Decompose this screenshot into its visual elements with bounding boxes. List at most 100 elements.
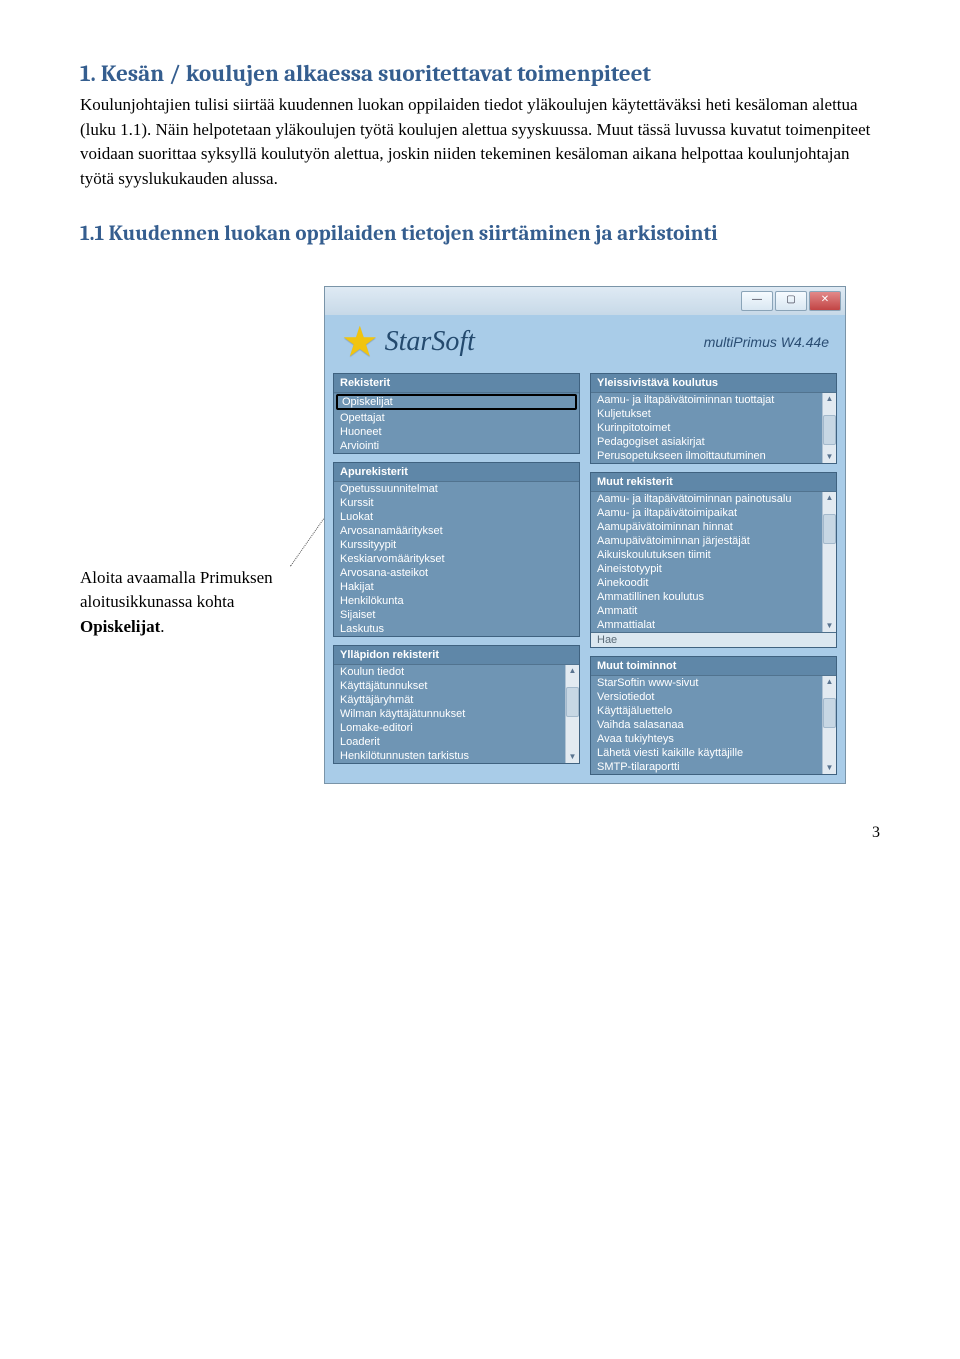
- list-item[interactable]: Ammattialat: [591, 618, 822, 632]
- panel-muut-rekisterit: Muut rekisterit Aamu- ja iltapäivätoimin…: [590, 472, 837, 648]
- list-item[interactable]: StarSoftin www-sivut: [591, 676, 822, 690]
- panel-title: Ylläpidon rekisterit: [334, 646, 579, 665]
- left-column: Rekisterit Opiskelijat Opettajat Huoneet…: [333, 373, 580, 775]
- list-item[interactable]: Sijaiset: [334, 608, 579, 622]
- panel-body: Aamu- ja iltapäivätoiminnan tuottajat Ku…: [591, 393, 836, 463]
- panel-body: Opetussuunnitelmat Kurssit Luokat Arvosa…: [334, 482, 579, 636]
- panel-title: Muut rekisterit: [591, 473, 836, 492]
- list-item[interactable]: Vaihda salasanaa: [591, 718, 822, 732]
- minimize-button[interactable]: —: [741, 291, 773, 311]
- list-item[interactable]: Luokat: [334, 510, 579, 524]
- scrollbar[interactable]: ▲ ▼: [822, 492, 836, 632]
- list-item[interactable]: Ammatillinen koulutus: [591, 590, 822, 604]
- scroll-down-icon[interactable]: ▼: [826, 620, 834, 632]
- list-item[interactable]: Huoneet: [334, 425, 579, 439]
- list-item[interactable]: Laskutus: [334, 622, 579, 636]
- list-item[interactable]: Kurssit: [334, 496, 579, 510]
- panel-yllapidon: Ylläpidon rekisterit Koulun tiedot Käytt…: [333, 645, 580, 764]
- panels: Rekisterit Opiskelijat Opettajat Huoneet…: [325, 373, 845, 783]
- brand-text: StarSoft: [385, 326, 475, 358]
- scroll-up-icon[interactable]: ▲: [826, 393, 834, 405]
- list-item[interactable]: Aikuiskoulutuksen tiimit: [591, 548, 822, 562]
- scroll-thumb[interactable]: [823, 415, 836, 445]
- scroll-thumb[interactable]: [566, 687, 579, 717]
- panel-yleissivistava: Yleissivistävä koulutus Aamu- ja iltapäi…: [590, 373, 837, 464]
- subsection-heading: 1.1 Kuudennen luokan oppilaiden tietojen…: [80, 222, 880, 246]
- scrollbar[interactable]: ▲ ▼: [822, 676, 836, 774]
- title-bar: — ▢ ✕: [325, 287, 845, 315]
- list-item[interactable]: Käyttäjätunnukset: [334, 679, 565, 693]
- list-item[interactable]: Aamu- ja iltapäivätoiminnan painotusalu: [591, 492, 822, 506]
- scroll-up-icon[interactable]: ▲: [569, 665, 577, 677]
- list-item[interactable]: Aamu- ja iltapäivätoiminnan tuottajat: [591, 393, 822, 407]
- panel-body: Koulun tiedot Käyttäjätunnukset Käyttäjä…: [334, 665, 579, 763]
- list-item[interactable]: Kurssityypit: [334, 538, 579, 552]
- list-item[interactable]: Opettajat: [334, 411, 579, 425]
- list-item[interactable]: Arvosanamääritykset: [334, 524, 579, 538]
- close-button[interactable]: ✕: [809, 291, 841, 311]
- list-item[interactable]: Käyttäjäluettelo: [591, 704, 822, 718]
- list-item[interactable]: Henkilökunta: [334, 594, 579, 608]
- list-item[interactable]: Lomake-editori: [334, 721, 565, 735]
- list-item[interactable]: Arviointi: [334, 439, 579, 453]
- search-input[interactable]: Hae: [591, 632, 836, 647]
- list-item[interactable]: Lähetä viesti kaikille käyttäjille: [591, 746, 822, 760]
- list-item[interactable]: Loaderit: [334, 735, 565, 749]
- list-item[interactable]: Pedagogiset asiakirjat: [591, 435, 822, 449]
- figure-caption: Aloita avaamalla Primuksen aloitusikkuna…: [80, 286, 310, 640]
- list-item[interactable]: Wilman käyttäjätunnukset: [334, 707, 565, 721]
- intro-paragraph: Koulunjohtajien tulisi siirtää kuudennen…: [80, 93, 880, 192]
- list-item[interactable]: Käyttäjäryhmät: [334, 693, 565, 707]
- list-item[interactable]: SMTP-tilaraportti: [591, 760, 822, 774]
- panel-apurekisterit: Apurekisterit Opetussuunnitelmat Kurssit…: [333, 462, 580, 637]
- app-header: ★ StarSoft multiPrimus W4.44e: [325, 315, 845, 373]
- panel-title: Apurekisterit: [334, 463, 579, 482]
- scroll-thumb[interactable]: [823, 698, 836, 728]
- version-text: multiPrimus W4.44e: [704, 334, 829, 350]
- panel-title: Yleissivistävä koulutus: [591, 374, 836, 393]
- list-item[interactable]: Henkilötunnusten tarkistus: [334, 749, 565, 763]
- star-icon: ★: [341, 321, 379, 363]
- caption-line2-post: .: [160, 617, 164, 636]
- scrollbar[interactable]: ▲ ▼: [822, 393, 836, 463]
- primus-window: — ▢ ✕ ★ StarSoft multiPrimus W4.44e Reki…: [324, 286, 846, 784]
- section-heading: 1. Kesän / koulujen alkaessa suoritettav…: [80, 60, 880, 87]
- list-item[interactable]: Perusopetukseen ilmoittautuminen: [591, 449, 822, 463]
- scroll-down-icon[interactable]: ▼: [826, 762, 834, 774]
- list-item[interactable]: Avaa tukiyhteys: [591, 732, 822, 746]
- panel-body: Opiskelijat Opettajat Huoneet Arviointi: [334, 394, 579, 453]
- list-item[interactable]: Ammatit: [591, 604, 822, 618]
- list-item[interactable]: Keskiarvomääritykset: [334, 552, 579, 566]
- panel-title: Muut toiminnot: [591, 657, 836, 676]
- scroll-down-icon[interactable]: ▼: [569, 751, 577, 763]
- list-item[interactable]: Versiotiedot: [591, 690, 822, 704]
- list-item[interactable]: Aamu- ja iltapäivätoimipaikat: [591, 506, 822, 520]
- list-item[interactable]: Opetussuunnitelmat: [334, 482, 579, 496]
- scroll-up-icon[interactable]: ▲: [826, 676, 834, 688]
- panel-title: Rekisterit: [334, 374, 579, 393]
- scroll-down-icon[interactable]: ▼: [826, 451, 834, 463]
- list-item[interactable]: Aineistotyypit: [591, 562, 822, 576]
- item-opiskelijat[interactable]: Opiskelijat: [336, 394, 577, 410]
- list-item[interactable]: Arvosana-asteikot: [334, 566, 579, 580]
- list-item[interactable]: Kurinpitotoimet: [591, 421, 822, 435]
- maximize-button[interactable]: ▢: [775, 291, 807, 311]
- list-item[interactable]: Ainekoodit: [591, 576, 822, 590]
- panel-body: StarSoftin www-sivut Versiotiedot Käyttä…: [591, 676, 836, 774]
- list-item[interactable]: Hakijat: [334, 580, 579, 594]
- right-column: Yleissivistävä koulutus Aamu- ja iltapäi…: [590, 373, 837, 775]
- list-item[interactable]: Kuljetukset: [591, 407, 822, 421]
- caption-line1: Aloita avaamalla Primuksen: [80, 568, 273, 587]
- page-number: 3: [80, 824, 880, 842]
- scroll-up-icon[interactable]: ▲: [826, 492, 834, 504]
- list-item[interactable]: Koulun tiedot: [334, 665, 565, 679]
- logo: ★ StarSoft: [341, 321, 475, 363]
- scrollbar[interactable]: ▲ ▼: [565, 665, 579, 763]
- panel-rekisterit: Rekisterit Opiskelijat Opettajat Huoneet…: [333, 373, 580, 454]
- list-item[interactable]: Aamupäivätoiminnan järjestäjät: [591, 534, 822, 548]
- scroll-thumb[interactable]: [823, 514, 836, 544]
- figure-row: Aloita avaamalla Primuksen aloitusikkuna…: [80, 286, 880, 784]
- list-item[interactable]: Aamupäivätoiminnan hinnat: [591, 520, 822, 534]
- panel-muut-toiminnot: Muut toiminnot StarSoftin www-sivut Vers…: [590, 656, 837, 775]
- panel-body: Aamu- ja iltapäivätoiminnan painotusalu …: [591, 492, 836, 632]
